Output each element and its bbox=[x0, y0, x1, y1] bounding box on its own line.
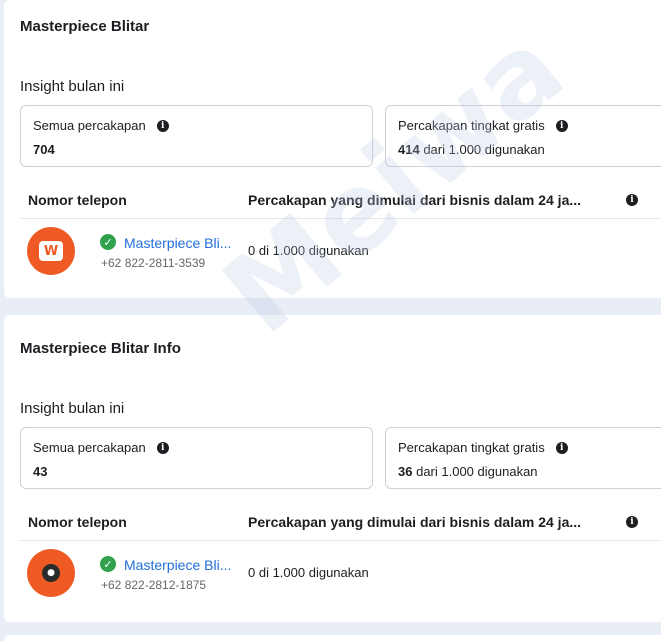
next-card-edge bbox=[4, 635, 661, 641]
account-card: Masterpiece Blitar Info Insight bulan in… bbox=[4, 315, 661, 622]
insight-label: Insight bulan ini bbox=[20, 78, 125, 95]
verified-check-icon: ✓ bbox=[100, 234, 116, 250]
usage-text: 0 di 1.000 digunakan bbox=[248, 243, 369, 258]
info-icon[interactable]: i bbox=[555, 441, 568, 454]
verified-check-icon: ✓ bbox=[100, 556, 116, 572]
table-row: ● ✓ Masterpiece Bli... +62 822-2812-1875… bbox=[20, 542, 661, 606]
metric-label: Percakapan tingkat gratis bbox=[398, 118, 545, 133]
metric-value: 414 dari 1.000 digunakan bbox=[398, 142, 545, 157]
metric-number: 43 bbox=[33, 464, 48, 479]
insight-label: Insight bulan ini bbox=[20, 400, 125, 417]
column-header-phone[interactable]: Nomor telepon bbox=[28, 514, 127, 530]
account-name-link[interactable]: Masterpiece Bli... bbox=[124, 557, 232, 573]
metric-value: 36 dari 1.000 digunakan bbox=[398, 464, 538, 479]
card-title: Masterpiece Blitar Info bbox=[20, 340, 181, 357]
metric-number: 704 bbox=[33, 142, 55, 157]
column-header-conversations[interactable]: Percakapan yang dimulai dari bisnis dala… bbox=[248, 514, 604, 530]
account-phone: +62 822-2811-3539 bbox=[101, 256, 206, 270]
metric-number: 36 bbox=[398, 464, 413, 479]
logo-icon: W bbox=[39, 241, 63, 261]
free-conversations-metric: Percakapan tingkat gratis i 36 dari 1.00… bbox=[385, 427, 661, 489]
all-conversations-metric: Semua percakapan i 43 bbox=[20, 427, 373, 489]
column-header-phone[interactable]: Nomor telepon bbox=[28, 192, 127, 208]
info-icon[interactable]: i bbox=[555, 119, 568, 132]
card-title: Masterpiece Blitar bbox=[20, 18, 150, 35]
metric-value: 43 bbox=[33, 464, 47, 479]
table-header: Nomor telepon Percakapan yang dimulai da… bbox=[20, 505, 661, 541]
all-conversations-metric: Semua percakapan i 704 bbox=[20, 105, 373, 167]
metric-number: 414 bbox=[398, 142, 420, 157]
table-row: W ✓ Masterpiece Bli... +62 822-2811-3539… bbox=[20, 220, 661, 284]
metric-value: 704 bbox=[33, 142, 55, 157]
account-phone: +62 822-2812-1875 bbox=[101, 578, 207, 592]
table-header: Nomor telepon Percakapan yang dimulai da… bbox=[20, 183, 661, 219]
metric-label: Semua percakapan bbox=[33, 440, 146, 455]
account-name-link[interactable]: Masterpiece Bli... bbox=[124, 235, 232, 251]
account-card: Masterpiece Blitar Insight bulan ini Sem… bbox=[4, 0, 661, 298]
column-header-conversations[interactable]: Percakapan yang dimulai dari bisnis dala… bbox=[248, 192, 604, 208]
metric-label: Semua percakapan bbox=[33, 118, 146, 133]
metric-suffix: dari 1.000 digunakan bbox=[416, 464, 538, 479]
info-icon[interactable]: i bbox=[626, 516, 638, 528]
free-conversations-metric: Percakapan tingkat gratis i 414 dari 1.0… bbox=[385, 105, 661, 167]
business-avatar: ● bbox=[27, 549, 75, 597]
business-avatar: W bbox=[27, 227, 75, 275]
usage-text: 0 di 1.000 digunakan bbox=[248, 565, 369, 580]
metric-label: Percakapan tingkat gratis bbox=[398, 440, 545, 455]
metric-suffix: dari 1.000 digunakan bbox=[423, 142, 545, 157]
person-icon: ● bbox=[42, 564, 60, 582]
info-icon[interactable]: i bbox=[626, 194, 638, 206]
info-icon[interactable]: i bbox=[156, 441, 169, 454]
info-icon[interactable]: i bbox=[156, 119, 169, 132]
